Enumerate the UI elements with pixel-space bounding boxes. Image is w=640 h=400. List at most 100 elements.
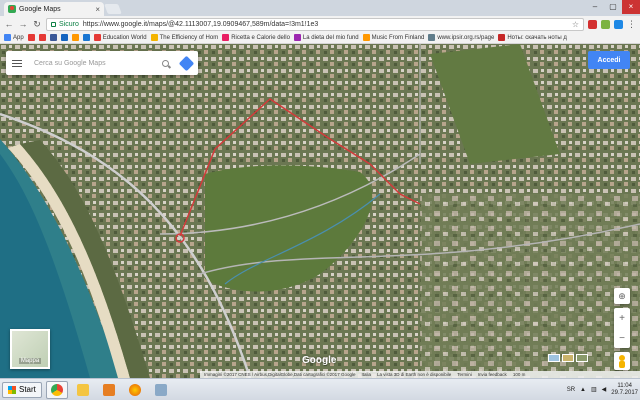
bookmark-favicon-icon <box>38 34 46 41</box>
feedback-link[interactable]: Invia feedback <box>478 372 507 377</box>
tab-title: Google Maps <box>19 5 61 13</box>
bookmark-favicon-icon <box>60 34 68 41</box>
clock-date: 29.7.2017 <box>611 389 638 396</box>
bookmark-item[interactable]: Ricetta e Calorie dello <box>222 34 290 41</box>
folder-icon <box>76 383 89 396</box>
bookmark-favicon-icon <box>82 34 90 41</box>
chrome-icon <box>50 383 63 396</box>
bookmark-favicon-icon <box>498 34 506 41</box>
search-icon[interactable] <box>162 59 169 67</box>
map-search-box[interactable]: Cerca su Google Maps <box>6 51 198 75</box>
new-tab-button[interactable] <box>104 4 122 14</box>
satellite-imagery <box>0 44 640 378</box>
media-player-icon <box>102 383 115 396</box>
system-tray: SR ▲ ▥ ◀ 11:04 29.7.2017 <box>567 383 638 397</box>
bookmark-favicon-icon <box>4 34 11 41</box>
paint-icon <box>154 383 167 396</box>
taskbar-explorer[interactable] <box>72 381 94 399</box>
bookmark-label: La dieta del mio fund <box>302 34 359 41</box>
windows-logo-icon <box>8 385 16 394</box>
pegman-icon[interactable] <box>614 352 630 370</box>
taskbar-paint[interactable] <box>150 381 172 399</box>
attribution-3d-note: La vista 3D di Earth non è disponibile <box>376 372 452 377</box>
zoom-out-button[interactable]: − <box>619 333 625 344</box>
imagery-thumb[interactable] <box>548 354 560 362</box>
directions-icon[interactable] <box>178 55 195 71</box>
bookmark-item[interactable] <box>60 34 68 41</box>
map-attribution: Immagini ©2017 CNES / Airbus,DigitalGlob… <box>200 371 640 378</box>
hamburger-menu-icon[interactable] <box>12 58 22 69</box>
reload-icon[interactable]: ↻ <box>32 19 42 30</box>
start-button[interactable]: Start <box>2 381 42 398</box>
attribution-country: Italia <box>361 372 371 377</box>
start-label: Start <box>19 385 36 394</box>
bookmark-label: Ноты: скачать ноты д <box>507 34 567 41</box>
bookmark-favicon-icon <box>222 34 230 41</box>
language-indicator[interactable]: SR <box>567 387 575 393</box>
maximize-button[interactable]: ▢ <box>604 0 622 14</box>
taskbar-firefox[interactable] <box>124 381 146 399</box>
bookmark-item[interactable]: App <box>4 34 24 41</box>
bookmark-label: The Efficiency of Hom <box>159 34 219 41</box>
url-text[interactable]: https://www.google.it/maps/@42.1113007,1… <box>83 21 318 28</box>
terms-link[interactable]: Termini <box>457 372 472 377</box>
scale-label: 100 m <box>512 372 526 377</box>
bookmarks-bar: App Education World The Efficiency of Hom R… <box>0 32 640 44</box>
windows-taskbar: Start SR ▲ ▥ ◀ 11:04 29.7.2017 <box>0 378 640 400</box>
zoom-in-button[interactable]: + <box>619 313 625 324</box>
bookmark-favicon-icon <box>27 34 35 41</box>
extension-green-icon[interactable] <box>601 19 610 29</box>
volume-icon[interactable]: ◀ <box>602 386 607 393</box>
bookmark-item[interactable]: Education World <box>93 34 147 41</box>
bookmark-favicon-icon <box>150 34 158 41</box>
imagery-thumb[interactable] <box>576 354 588 362</box>
zoom-controls: + − <box>614 308 630 348</box>
bookmark-star-icon[interactable]: ☆ <box>572 20 579 29</box>
bookmark-item[interactable] <box>38 34 46 41</box>
back-arrow-icon[interactable]: ← <box>4 19 14 29</box>
compass-icon[interactable]: ⊕ <box>614 288 630 304</box>
close-window-button[interactable]: × <box>622 0 640 14</box>
search-input[interactable]: Cerca su Google Maps <box>34 60 162 67</box>
taskbar-chrome[interactable] <box>45 380 68 399</box>
signin-button[interactable]: Accedi <box>588 51 630 69</box>
extension-adblock-icon[interactable] <box>588 19 597 29</box>
bookmark-item[interactable]: Ноты: скачать ноты д <box>498 34 567 41</box>
tray-arrow-icon[interactable]: ▲ <box>580 387 586 393</box>
google-logo: Google <box>302 355 337 366</box>
tab-strip: Google Maps × – ▢ × <box>0 0 640 16</box>
bookmark-label: App <box>13 34 24 41</box>
network-icon[interactable]: ▥ <box>591 386 597 393</box>
bookmark-item[interactable] <box>49 34 57 41</box>
bookmark-item[interactable]: The Efficiency of Hom <box>150 34 219 41</box>
clock-time: 11:04 <box>617 382 632 389</box>
bookmark-item[interactable] <box>82 34 90 41</box>
tab-close-icon[interactable]: × <box>95 5 100 14</box>
bookmark-favicon-icon <box>71 34 79 41</box>
bookmark-item[interactable]: Music From Finland <box>362 34 424 41</box>
attribution-text: Immagini ©2017 CNES / Airbus,DigitalGlob… <box>204 372 356 377</box>
map-type-label: Mappa <box>18 358 42 364</box>
forward-arrow-icon[interactable]: → <box>18 19 28 29</box>
browser-window: Google Maps × – ▢ × ← → ↻ Sicuro https:/… <box>0 0 640 378</box>
address-bar[interactable]: Sicuro https://www.google.it/maps/@42.11… <box>46 17 584 31</box>
bookmark-item[interactable] <box>71 34 79 41</box>
bookmark-item[interactable]: La dieta del mio fund <box>293 34 359 41</box>
taskbar-media[interactable] <box>98 381 120 399</box>
imagery-thumb[interactable] <box>562 354 574 362</box>
extension-blue-icon[interactable] <box>614 19 623 29</box>
bookmark-label: Ricetta e Calorie dello <box>231 34 290 41</box>
window-controls: – ▢ × <box>586 0 640 14</box>
lock-icon <box>51 21 56 27</box>
bookmark-favicon-icon <box>93 34 101 41</box>
map-type-toggle[interactable]: Mappa <box>10 329 50 369</box>
browser-toolbar: ← → ↻ Sicuro https://www.google.it/maps/… <box>0 16 640 32</box>
minimize-button[interactable]: – <box>586 0 604 14</box>
bookmark-item[interactable] <box>27 34 35 41</box>
secure-label: Sicuro <box>59 20 79 28</box>
clock[interactable]: 11:04 29.7.2017 <box>611 383 638 397</box>
tab-google-maps[interactable]: Google Maps × <box>4 2 104 16</box>
browser-menu-icon[interactable]: ⋮ <box>627 19 636 30</box>
satellite-map[interactable]: Cerca su Google Maps Accedi Mappa Google… <box>0 44 640 378</box>
bookmark-item[interactable]: www.ipsir.org.rs/page <box>428 34 494 41</box>
